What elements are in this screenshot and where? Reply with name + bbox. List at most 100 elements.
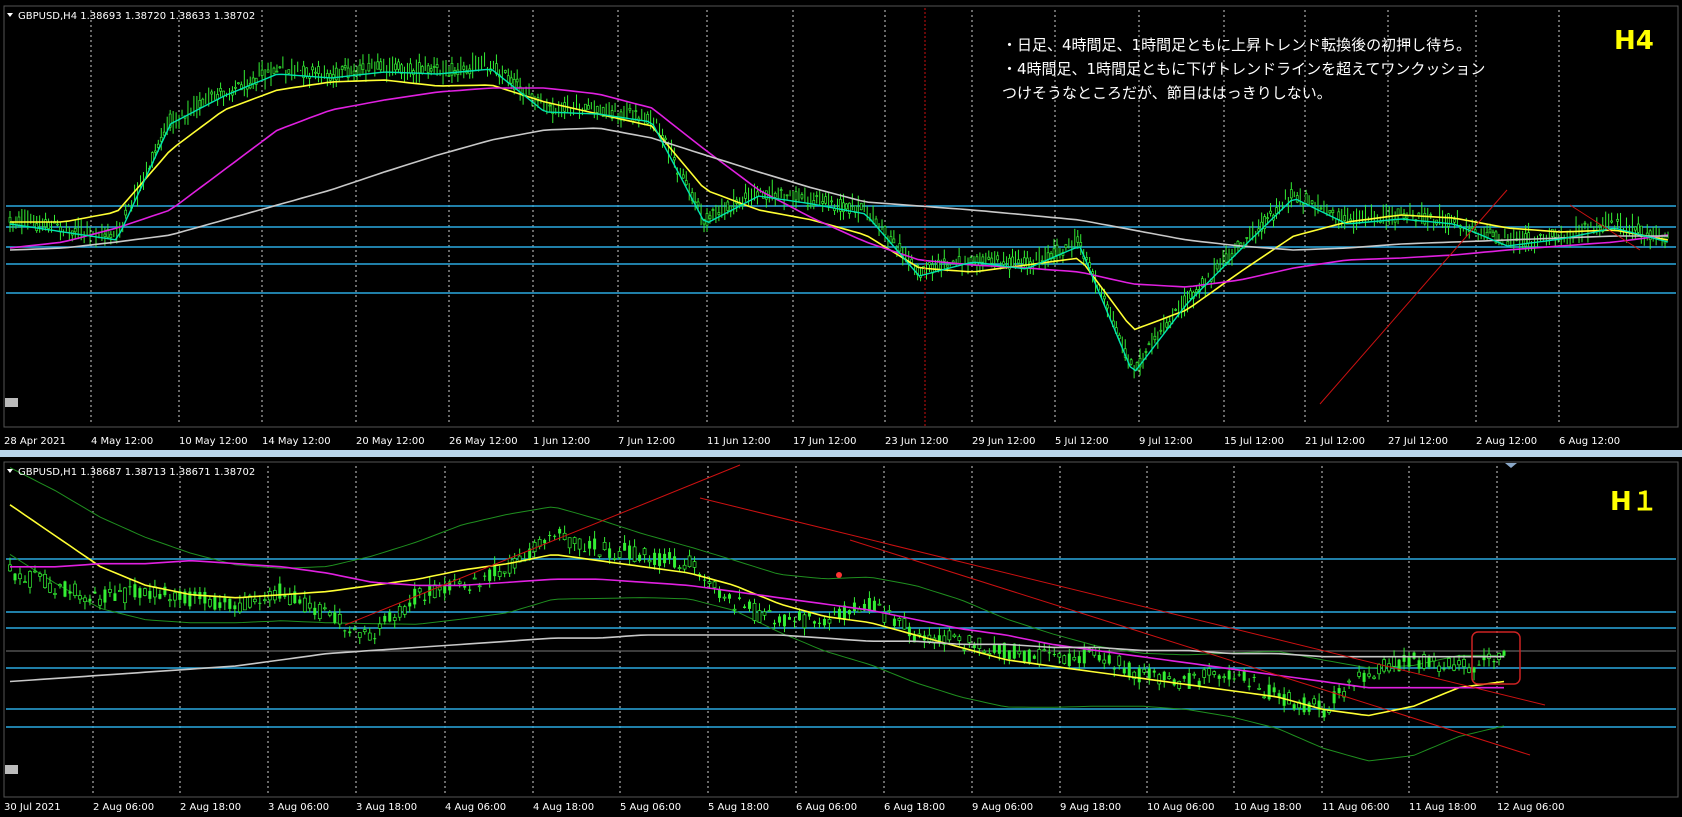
h4-candle-body xyxy=(503,70,507,73)
h4-candle-body xyxy=(1429,214,1433,216)
h1-candle-body xyxy=(822,618,826,626)
h1-candle-body xyxy=(348,631,352,634)
h4-candle-body xyxy=(272,67,276,74)
h1-candle-body xyxy=(997,644,1001,654)
h1-candle-body xyxy=(872,600,876,612)
h4-candle-body xyxy=(124,209,128,216)
h1-candle-body xyxy=(28,571,32,588)
h4-candle-body xyxy=(426,65,430,73)
h1-candle-body xyxy=(1262,696,1267,699)
h1-marker-dot xyxy=(836,572,842,578)
h1-candle-body xyxy=(692,561,697,568)
h1-moving-averages xyxy=(9,504,1505,717)
h4-x-tick-label: 6 Aug 12:00 xyxy=(1559,436,1620,447)
h4-scroll-marker[interactable] xyxy=(5,398,18,407)
h4-x-tick-label: 2 Aug 12:00 xyxy=(1476,436,1537,447)
h4-candle-body xyxy=(420,66,424,74)
h1-candle-body xyxy=(377,623,382,629)
h4-candle-body xyxy=(429,68,433,72)
h4-candle-body xyxy=(664,137,667,141)
h1-candle-body xyxy=(797,611,801,621)
h1-x-tick-label: 6 Aug 06:00 xyxy=(796,802,857,813)
h1-candle-body xyxy=(1337,688,1341,694)
h1-candle-body xyxy=(118,590,122,593)
h1-candle-body xyxy=(952,634,957,637)
h1-downtrend-line-1[interactable] xyxy=(699,497,1546,706)
h1-candle-body xyxy=(567,537,572,549)
h4-candle-body xyxy=(845,203,848,210)
h4-x-tick-label: 11 Jun 12:00 xyxy=(707,436,771,447)
h1-candle-body xyxy=(1082,649,1086,664)
h1-candle-body xyxy=(43,573,47,588)
h4-header: GBPUSD,H4 1.38693 1.38720 1.38633 1.3870… xyxy=(18,11,255,22)
h4-candle-body xyxy=(210,91,214,95)
h4-candle-body xyxy=(1331,209,1335,214)
h1-downtrend-line-2[interactable] xyxy=(849,539,1531,756)
h4-candle-body xyxy=(957,256,961,264)
h1-shift-marker[interactable] xyxy=(1505,463,1517,468)
h1-candle-body xyxy=(1452,664,1456,671)
h1-candle-body xyxy=(1112,668,1116,670)
h1-candle-body xyxy=(1292,704,1296,710)
h1-candle-body xyxy=(1312,698,1316,705)
h1-candle-body xyxy=(408,602,412,607)
h4-candle-body xyxy=(1447,213,1450,227)
h4-candle-body xyxy=(417,62,421,74)
h1-candle-body xyxy=(88,598,92,602)
h4-x-tick-label: 26 May 12:00 xyxy=(449,436,518,447)
h1-candle-body xyxy=(1437,665,1441,672)
h1-candle-body xyxy=(1242,670,1246,681)
h4-candle-body xyxy=(287,69,291,74)
h1-candle-body xyxy=(242,596,247,611)
h1-x-tick-label: 11 Aug 18:00 xyxy=(1409,802,1476,813)
h1-x-tick-label: 4 Aug 18:00 xyxy=(533,802,594,813)
h4-candle-body xyxy=(352,70,356,75)
h1-x-tick-label: 2 Aug 18:00 xyxy=(180,802,241,813)
h4-moving-averages xyxy=(9,68,1669,372)
h1-candle-body xyxy=(1232,678,1236,680)
h4-candle-body xyxy=(1046,252,1050,260)
h1-candle-body xyxy=(593,538,597,550)
h4-candle-body xyxy=(1343,215,1347,222)
h1-candle-body xyxy=(703,579,707,581)
h1-candle-body xyxy=(58,584,62,587)
h4-candle-body xyxy=(794,191,798,201)
h4-candle-body xyxy=(509,77,513,84)
h4-candle-body xyxy=(1550,228,1554,237)
h1-scroll-marker[interactable] xyxy=(5,765,18,774)
h4-candle-body xyxy=(109,233,113,238)
h1-candle-body xyxy=(957,636,962,641)
h1-candle-body xyxy=(632,546,637,562)
h1-candle-body xyxy=(468,589,472,591)
h1-collapse-icon[interactable] xyxy=(7,469,13,473)
h1-candle-body xyxy=(173,592,177,601)
h1-candle-body xyxy=(1217,675,1221,679)
h1-candle-body xyxy=(1117,655,1122,666)
h4-candle-body xyxy=(219,88,222,92)
h1-candle-body xyxy=(327,612,332,616)
h1-candle-body xyxy=(663,553,667,564)
h1-candle-body xyxy=(307,602,312,609)
h1-candle-body xyxy=(617,551,622,558)
h4-candle-body xyxy=(435,64,439,68)
h1-candle-body xyxy=(123,587,127,604)
h4-x-tick-label: 29 Jun 12:00 xyxy=(972,436,1036,447)
h1-uptrend-line[interactable] xyxy=(344,464,741,626)
h4-candle-body xyxy=(1473,229,1477,233)
h1-candle-body xyxy=(1097,654,1101,661)
h4-candle-body xyxy=(1011,256,1014,267)
panel-separator[interactable] xyxy=(0,450,1682,457)
h4-collapse-icon[interactable] xyxy=(7,13,13,17)
h1-candle-body xyxy=(402,606,407,615)
h1-candle-body xyxy=(553,535,557,537)
h4-candle-body xyxy=(744,192,747,199)
h1-candle-body xyxy=(233,605,237,610)
h4-x-axis: 28 Apr 2021 4 May 12:00 10 May 12:00 14 May… xyxy=(4,436,1620,447)
h1-candle-body xyxy=(472,577,477,580)
h1-candle-body xyxy=(103,589,107,603)
h4-candle-body xyxy=(584,103,587,111)
h1-candle-body xyxy=(322,607,327,610)
h4-candle-body xyxy=(1147,343,1151,346)
h1-candle-body xyxy=(1067,653,1071,667)
h1-candles xyxy=(8,525,1506,722)
